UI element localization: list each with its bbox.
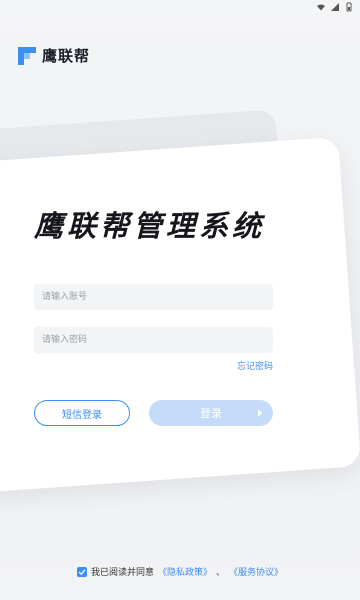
- login-button-label: 登录: [200, 407, 222, 420]
- service-agreement-link[interactable]: 《服务协议》: [229, 565, 283, 578]
- agreement-checkbox[interactable]: [76, 566, 87, 577]
- brand-header: 鹰联帮: [18, 45, 90, 66]
- privacy-policy-link[interactable]: 《隐私政策》: [158, 565, 212, 578]
- login-button[interactable]: 登录: [149, 400, 273, 426]
- password-input[interactable]: [34, 327, 273, 353]
- check-icon: [78, 568, 86, 575]
- page-title: 鹰联帮管理系统: [34, 209, 266, 243]
- brand-name: 鹰联帮: [42, 47, 91, 65]
- agreement-row: 我已阅读并同意 《隐私政策》 、 《服务协议》: [0, 565, 360, 578]
- account-input[interactable]: [34, 284, 273, 310]
- wifi-icon: [317, 4, 325, 11]
- agreement-separator: 、: [216, 568, 226, 578]
- login-card: [0, 136, 360, 494]
- brand-logo-icon: [18, 46, 36, 65]
- status-bar: [0, 0, 360, 14]
- agreement-text: 我已阅读并同意: [90, 568, 154, 578]
- battery-icon: [346, 2, 352, 12]
- sms-login-button[interactable]: 短信登录: [34, 400, 130, 426]
- sms-login-label: 短信登录: [62, 409, 102, 421]
- signal-icon: [331, 3, 339, 11]
- forgot-password-link[interactable]: 忘记密码: [237, 359, 273, 372]
- arrow-right-icon: [258, 409, 263, 417]
